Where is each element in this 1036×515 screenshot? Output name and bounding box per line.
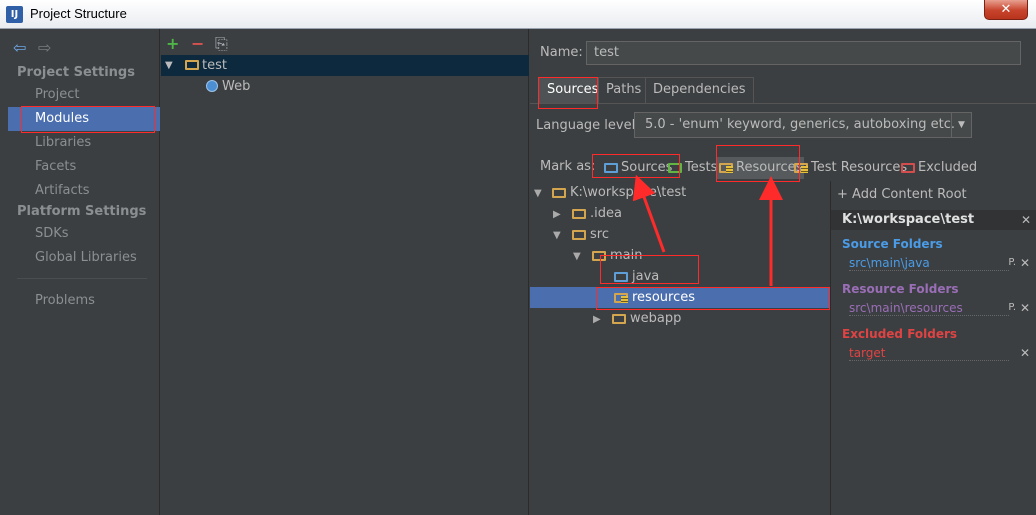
mark-as-sources-button[interactable]: Sources [604,157,672,179]
facet-row-web[interactable]: Web [161,76,529,97]
nav-item-problems[interactable]: Problems [8,289,160,313]
nav-item-artifacts[interactable]: Artifacts [8,179,160,203]
add-content-root-button[interactable]: + Add Content Root [837,187,967,202]
mark-as-label: Mark as: [540,159,596,174]
tab-divider [530,103,1036,104]
language-level-select[interactable]: 5.0 - 'enum' keyword, generics, autoboxi… [634,112,972,138]
content-root-header: K:\workspace\test ✕ [831,210,1036,230]
module-label: test [202,58,227,73]
remove-excluded-icon[interactable]: ✕ [1020,346,1030,360]
mark-as-resources-button[interactable]: Resources [717,157,805,179]
tree-row-webapp[interactable]: ▶ webapp [530,308,830,329]
test-resources-folder-icon [794,162,808,173]
add-icon[interactable]: + [166,34,179,53]
language-level-label: Language level: [536,118,640,133]
tab-dependencies[interactable]: Dependencies [645,77,754,103]
add-icon: + [837,187,853,202]
window-title: Project Structure [30,6,127,21]
excluded-folder-icon [901,162,915,173]
module-row-test[interactable]: ▼ test [161,55,529,76]
tree-row-java[interactable]: java [530,266,830,287]
resource-folder-path: src\main\resources [849,301,1009,316]
nav-item-libraries[interactable]: Libraries [8,131,160,155]
chevron-down-icon[interactable]: ▼ [951,113,971,137]
mark-as-tests-button[interactable]: Tests [668,157,717,179]
sources-folder-icon [614,271,628,282]
package-prefix-button[interactable]: P. [1008,302,1016,313]
nav-item-global-libraries[interactable]: Global Libraries [8,246,160,270]
source-folders-heading: Source Folders [842,237,943,251]
tree-row-root[interactable]: ▼ K:\workspace\test [530,182,830,203]
tree-row-resources[interactable]: resources [530,287,830,308]
language-level-value: 5.0 - 'enum' keyword, generics, autoboxi… [645,117,956,132]
folder-icon [572,208,586,219]
remove-icon[interactable]: − [191,34,204,53]
resources-folder-icon [614,292,628,303]
copy-icon[interactable]: ⎘ [215,34,228,54]
expand-arrow-icon[interactable]: ▼ [553,225,565,246]
platform-settings-heading: Platform Settings [17,204,147,219]
folder-icon [552,187,566,198]
remove-resource-icon[interactable]: ✕ [1020,301,1030,315]
facet-label: Web [222,79,251,94]
tab-paths[interactable]: Paths [598,77,650,103]
nav-divider [17,278,147,279]
nav-item-facets[interactable]: Facets [8,155,160,179]
resource-folders-heading: Resource Folders [842,282,959,296]
expand-arrow-icon[interactable]: ▼ [573,246,585,267]
close-window-button[interactable]: ✕ [984,0,1028,20]
content-roots-panel: + Add Content Root K:\workspace\test ✕ S… [830,181,1036,515]
collapse-arrow-icon[interactable]: ▶ [553,204,565,225]
name-label: Name: [540,45,583,60]
remove-root-icon[interactable]: ✕ [1021,210,1031,230]
expand-arrow-icon[interactable]: ▼ [534,183,546,204]
excluded-folders-heading: Excluded Folders [842,327,958,341]
sources-folder-icon [604,162,618,173]
module-name-input[interactable]: test [586,41,1021,65]
web-facet-icon [206,80,218,92]
folder-icon [592,250,606,261]
project-settings-heading: Project Settings [17,65,135,80]
tree-row-idea[interactable]: ▶ .idea [530,203,830,224]
module-folder-icon [185,60,199,70]
back-arrow-icon[interactable]: ⇦ [13,38,26,57]
mark-as-excluded-button[interactable]: Excluded [901,157,977,179]
package-prefix-button[interactable]: P. [1008,257,1016,268]
tree-row-main[interactable]: ▼ main [530,245,830,266]
resources-folder-icon [719,162,733,173]
nav-item-project[interactable]: Project [8,83,160,107]
nav-item-sdks[interactable]: SDKs [8,222,160,246]
modules-panel: + − ⎘ ▼ test Web [161,29,529,515]
tab-sources[interactable]: Sources [539,77,607,103]
collapse-arrow-icon[interactable]: ▶ [593,309,605,330]
nav-item-modules[interactable]: Modules [8,107,160,131]
settings-navigation: ⇦ ⇨ Project Settings Project Modules Lib… [0,29,160,515]
mark-as-test-resources-button[interactable]: Test Resources [794,157,907,179]
tests-folder-icon [668,162,682,173]
title-bar: IJ Project Structure ✕ [0,0,1036,29]
remove-source-icon[interactable]: ✕ [1020,256,1030,270]
folder-icon [572,229,586,240]
tree-row-src[interactable]: ▼ src [530,224,830,245]
excluded-folder-path: target [849,346,1009,361]
expand-arrow-icon[interactable]: ▼ [165,55,173,76]
intellij-icon: IJ [6,6,23,23]
module-settings-panel: Name: test Sources Paths Dependencies La… [530,29,1036,515]
folder-icon [612,313,626,324]
source-folder-path: src\main\java [849,256,1009,271]
forward-arrow-icon[interactable]: ⇨ [38,38,51,57]
